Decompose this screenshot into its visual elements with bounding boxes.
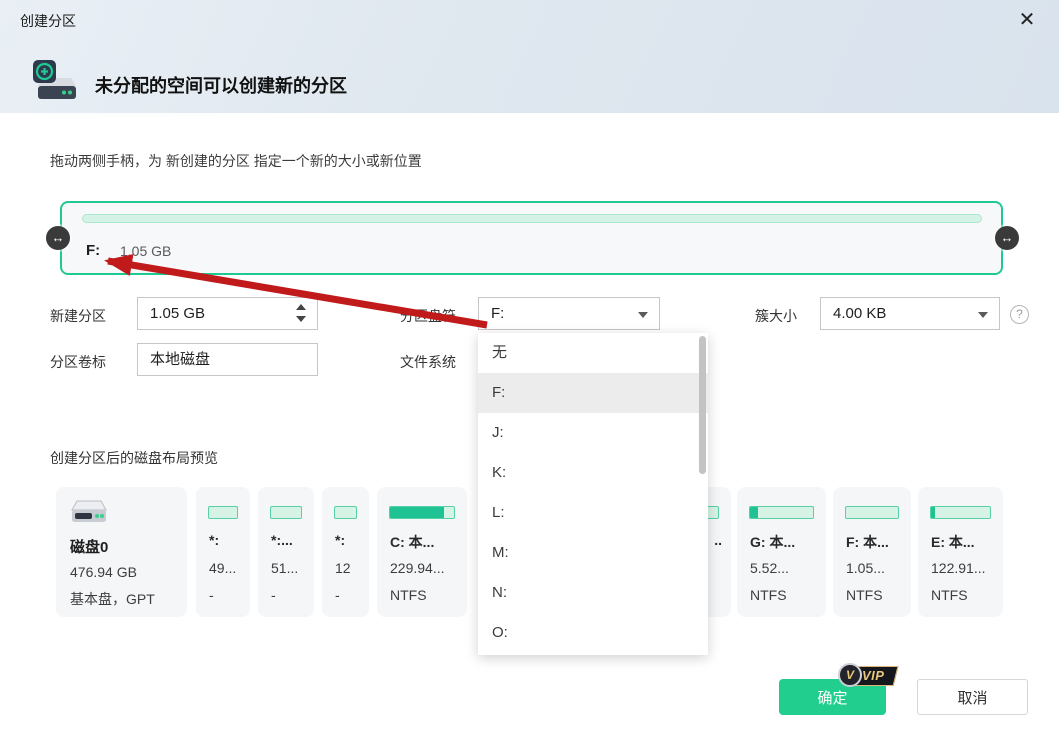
partition-card: *: 49... - bbox=[196, 487, 250, 617]
partition-card: E: 本... 122.91... NTFS bbox=[918, 487, 1003, 617]
partition-size-slider: F: 1.05 GB bbox=[60, 201, 1003, 275]
volume-label-label: 分区卷标 bbox=[50, 352, 106, 372]
vip-badge-text: VIP bbox=[862, 668, 884, 683]
partition-usage-bar bbox=[334, 506, 357, 519]
slider-track bbox=[82, 214, 982, 223]
partition-size: 12 bbox=[335, 560, 351, 576]
partition-usage-bar bbox=[270, 506, 302, 519]
partition-size: 51... bbox=[271, 560, 298, 576]
right-resize-handle-icon[interactable]: ↔ bbox=[995, 226, 1019, 250]
partition-label: C: 本... bbox=[390, 532, 434, 552]
dropdown-option-l[interactable]: L: bbox=[478, 493, 708, 533]
partition-card: G: 本... 5.52... NTFS bbox=[737, 487, 826, 617]
partition-size: 49... bbox=[209, 560, 236, 576]
cancel-button[interactable]: 取消 bbox=[917, 679, 1028, 715]
dropdown-option-f[interactable]: F: bbox=[478, 373, 708, 413]
disk-add-icon bbox=[31, 58, 77, 107]
slider-size-label: 1.05 GB bbox=[120, 243, 171, 259]
cluster-size-value: 4.00 KB bbox=[833, 305, 886, 322]
cluster-size-label: 簇大小 bbox=[755, 306, 797, 326]
partition-fs: NTFS bbox=[846, 587, 883, 603]
partition-card: *:... 51... - bbox=[258, 487, 314, 617]
disk-type: 基本盘，GPT bbox=[70, 589, 155, 609]
chevron-down-icon bbox=[638, 312, 648, 318]
partition-fs: - bbox=[209, 587, 214, 603]
window-title: 创建分区 bbox=[20, 11, 76, 31]
partition-label: *:... bbox=[271, 532, 293, 548]
partition-label: G: 本... bbox=[750, 532, 795, 552]
dialog-heading: 未分配的空间可以创建新的分区 bbox=[95, 72, 347, 98]
slider-drive-label: F: bbox=[86, 242, 100, 259]
disk-name: 磁盘0 bbox=[70, 536, 108, 557]
partition-card: F: 本... 1.05... NTFS bbox=[833, 487, 911, 617]
partition-card: C: 本... 229.94... NTFS bbox=[377, 487, 467, 617]
dropdown-option-n[interactable]: N: bbox=[478, 573, 708, 613]
spinner-down-button[interactable] bbox=[296, 316, 308, 324]
partition-fs: - bbox=[271, 587, 276, 603]
left-resize-handle-icon[interactable]: ↔ bbox=[46, 226, 70, 250]
partition-size: 1.05... bbox=[846, 560, 885, 576]
partition-usage-bar bbox=[389, 506, 455, 519]
drive-letter-select[interactable]: F: bbox=[478, 297, 660, 330]
partition-usage-bar bbox=[208, 506, 238, 519]
volume-label-input[interactable]: 本地磁盘 bbox=[137, 343, 318, 376]
spinner-up-button[interactable] bbox=[296, 304, 308, 312]
disk-icon bbox=[70, 500, 108, 533]
dropdown-option-m[interactable]: M: bbox=[478, 533, 708, 573]
partition-size: 229.94... bbox=[390, 560, 445, 576]
partition-fs: NTFS bbox=[750, 587, 787, 603]
vip-v-icon: V bbox=[838, 663, 862, 687]
volume-label-value: 本地磁盘 bbox=[150, 351, 210, 368]
dropdown-option-o[interactable]: O: bbox=[478, 613, 708, 653]
partition-size: 122.91... bbox=[931, 560, 986, 576]
dropdown-option-j[interactable]: J: bbox=[478, 413, 708, 453]
partition-label: .. bbox=[714, 532, 722, 548]
close-icon[interactable]: ✕ bbox=[1013, 6, 1041, 34]
partition-fs: NTFS bbox=[390, 587, 427, 603]
new-partition-size-value: 1.05 GB bbox=[150, 305, 205, 322]
chevron-down-icon bbox=[978, 312, 988, 318]
instruction-text: 拖动两侧手柄，为 新创建的分区 指定一个新的大小或新位置 bbox=[50, 151, 422, 171]
new-partition-size-input[interactable]: 1.05 GB bbox=[137, 297, 318, 330]
cluster-size-select[interactable]: 4.00 KB bbox=[820, 297, 1000, 330]
partition-usage-bar bbox=[749, 506, 814, 519]
drive-letter-label: 分区盘符 bbox=[400, 306, 456, 326]
partition-fs: NTFS bbox=[931, 587, 968, 603]
disk-capacity: 476.94 GB bbox=[70, 564, 137, 580]
partition-card: *: 12 - bbox=[322, 487, 369, 617]
partition-label: *: bbox=[209, 532, 219, 548]
partition-label: E: 本... bbox=[931, 532, 975, 552]
preview-title: 创建分区后的磁盘布局预览 bbox=[50, 448, 218, 468]
partition-usage-bar bbox=[845, 506, 899, 519]
drive-letter-dropdown: 无 F: J: K: L: M: N: O: bbox=[478, 333, 708, 655]
disk-info-card: 磁盘0 476.94 GB 基本盘，GPT bbox=[56, 487, 187, 617]
help-icon[interactable]: ? bbox=[1010, 305, 1029, 324]
dropdown-option-k[interactable]: K: bbox=[478, 453, 708, 493]
new-partition-label: 新建分区 bbox=[50, 306, 106, 326]
file-system-label: 文件系统 bbox=[400, 352, 456, 372]
dropdown-scrollbar[interactable] bbox=[699, 336, 706, 474]
dropdown-option-none[interactable]: 无 bbox=[478, 333, 708, 373]
header-band: 创建分区 ✕ 未分配的空间可以创建新的分区 bbox=[0, 0, 1059, 113]
partition-label: *: bbox=[335, 532, 345, 548]
partition-usage-bar bbox=[930, 506, 991, 519]
partition-size: 5.52... bbox=[750, 560, 789, 576]
create-partition-dialog: 创建分区 ✕ 未分配的空间可以创建新的分区 拖动两侧手柄，为 新创建的分区 指定… bbox=[0, 0, 1059, 743]
partition-fs: - bbox=[335, 587, 340, 603]
drive-letter-value: F: bbox=[491, 305, 504, 322]
partition-label: F: 本... bbox=[846, 532, 889, 552]
